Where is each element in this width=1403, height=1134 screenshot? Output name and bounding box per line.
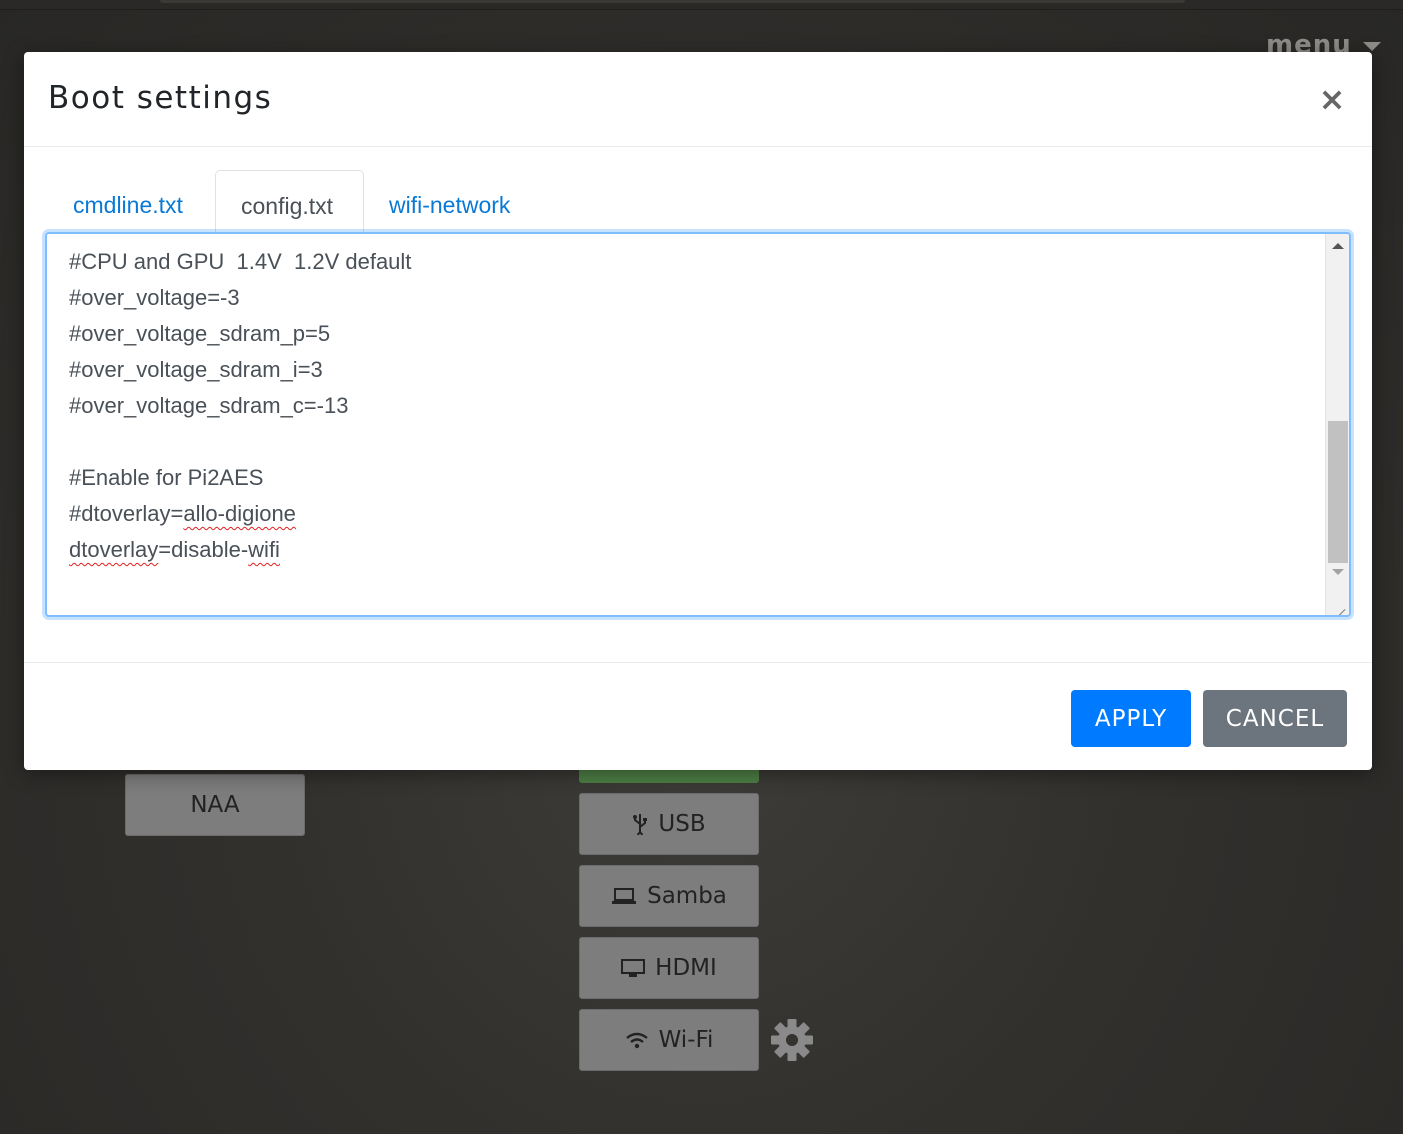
samba-button[interactable]: Samba bbox=[579, 865, 759, 927]
wifi-icon bbox=[625, 1031, 649, 1049]
browser-top-strip bbox=[0, 0, 1403, 10]
laptop-icon bbox=[611, 887, 637, 905]
monitor-icon bbox=[621, 958, 646, 978]
scroll-down-arrow-icon[interactable] bbox=[1332, 569, 1344, 575]
editor-line: #CPU and GPU 1.4V 1.2V default bbox=[69, 249, 412, 274]
close-icon[interactable]: × bbox=[1318, 82, 1346, 116]
modal-footer: APPLY CANCEL bbox=[24, 662, 1372, 770]
editor-line: #over_voltage_sdram_i=3 bbox=[69, 357, 323, 382]
wifi-button[interactable]: Wi-Fi bbox=[579, 1009, 759, 1071]
editor-line: #dtoverlay=allo-digione bbox=[69, 501, 296, 526]
tab-config[interactable]: config.txt bbox=[215, 170, 364, 232]
editor-content[interactable]: #CPU and GPU 1.4V 1.2V default #over_vol… bbox=[69, 244, 1309, 568]
editor-line: #Enable for Pi2AES bbox=[69, 465, 264, 490]
file-tabs: cmdline.txt config.txt wifi-network bbox=[48, 170, 1348, 232]
hdmi-button-label: HDMI bbox=[655, 955, 717, 981]
gear-icon[interactable] bbox=[770, 1018, 814, 1062]
scroll-thumb[interactable] bbox=[1328, 421, 1348, 563]
editor-line: #over_voltage_sdram_p=5 bbox=[69, 321, 331, 346]
caret-down-icon[interactable] bbox=[1363, 42, 1381, 51]
scroll-up-arrow-icon[interactable] bbox=[1332, 243, 1344, 249]
usb-icon bbox=[632, 813, 648, 835]
modal-title: Boot settings bbox=[48, 80, 273, 116]
modal-header: Boot settings × bbox=[24, 52, 1372, 147]
samba-button-label: Samba bbox=[647, 883, 727, 909]
naa-button-label: NAA bbox=[190, 792, 240, 818]
usb-button-label: USB bbox=[658, 811, 706, 837]
editor-line: dtoverlay=disable-wifi bbox=[69, 537, 280, 562]
tab-cmdline[interactable]: cmdline.txt bbox=[48, 170, 208, 232]
resize-handle-icon[interactable] bbox=[1326, 592, 1348, 614]
naa-button[interactable]: NAA bbox=[125, 774, 305, 836]
boot-settings-modal: Boot settings × cmdline.txt config.txt w… bbox=[24, 52, 1372, 770]
cancel-button[interactable]: CANCEL bbox=[1203, 690, 1347, 747]
editor-line: #over_voltage=-3 bbox=[69, 285, 240, 310]
config-editor[interactable]: #CPU and GPU 1.4V 1.2V default #over_vol… bbox=[45, 232, 1351, 617]
apply-button[interactable]: APPLY bbox=[1071, 690, 1191, 747]
address-bar bbox=[160, 0, 1185, 3]
menu-button[interactable]: menu bbox=[1266, 30, 1352, 54]
tab-wifi-network[interactable]: wifi-network bbox=[364, 170, 535, 232]
wifi-button-label: Wi-Fi bbox=[658, 1027, 714, 1053]
hdmi-button[interactable]: HDMI bbox=[579, 937, 759, 999]
editor-scrollbar[interactable] bbox=[1325, 234, 1349, 615]
usb-button[interactable]: USB bbox=[579, 793, 759, 855]
editor-line: #over_voltage_sdram_c=-13 bbox=[69, 393, 349, 418]
